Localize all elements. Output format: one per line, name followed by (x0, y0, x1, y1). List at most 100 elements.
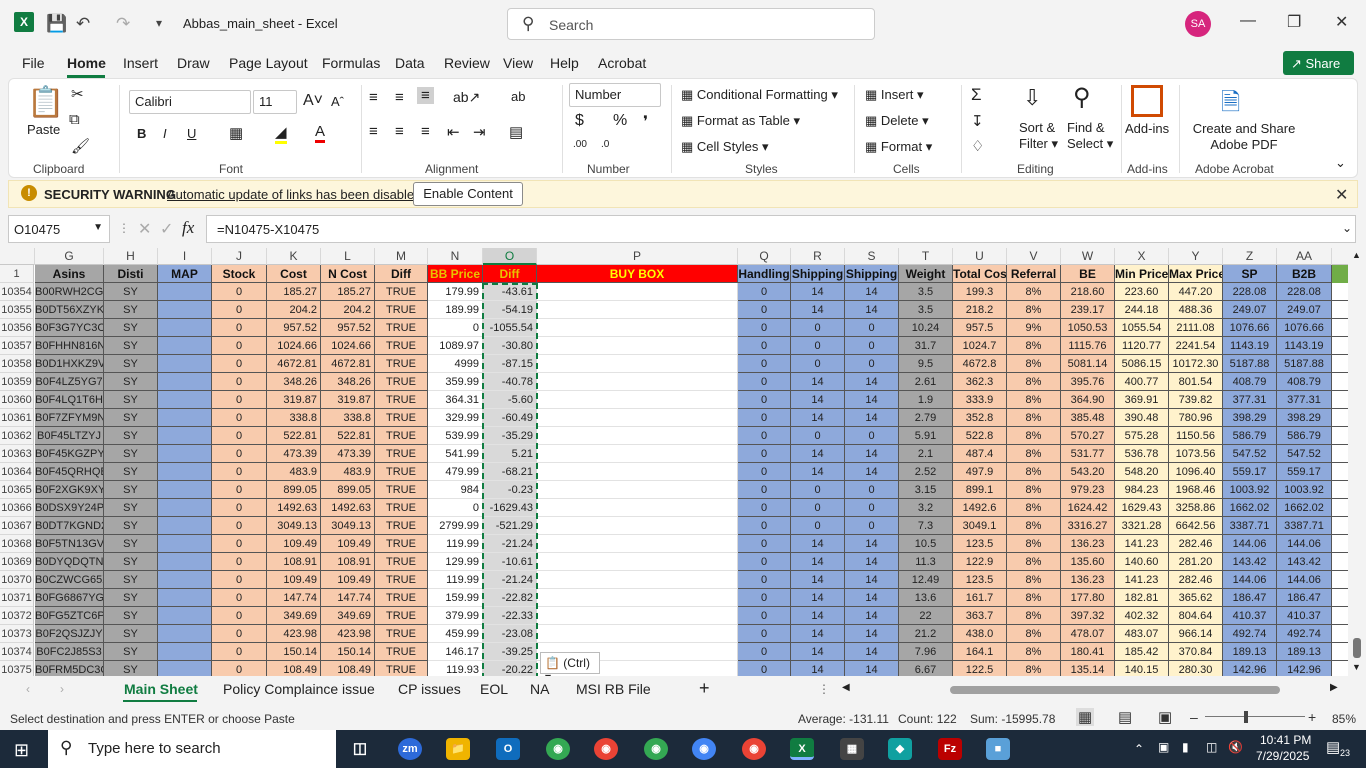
table-cell[interactable]: 108.49 (321, 661, 375, 676)
table-cell[interactable]: TRUE (375, 391, 428, 409)
row-header[interactable]: 10375 (0, 661, 34, 676)
table-cell[interactable]: 8% (1007, 463, 1061, 481)
table-cell[interactable]: 109.49 (321, 571, 375, 589)
table-cell[interactable]: 282.46 (1169, 571, 1223, 589)
table-cell[interactable]: 119.93 (428, 661, 483, 676)
search-input[interactable]: ⚲ Search (507, 8, 875, 40)
next-sheet-icon[interactable]: › (60, 682, 64, 696)
table-cell[interactable]: 14 (791, 409, 845, 427)
table-cell[interactable]: 122.5 (953, 661, 1007, 676)
table-cell[interactable]: SY (104, 319, 158, 337)
windows-start-icon[interactable]: ⊞ (14, 740, 29, 761)
table-cell[interactable]: TRUE (375, 643, 428, 661)
table-cell[interactable]: SY (104, 643, 158, 661)
table-cell[interactable] (537, 553, 738, 571)
column-header[interactable]: K (267, 248, 321, 265)
table-cell[interactable]: B0F3G7YC3C (35, 319, 104, 337)
font-name-select[interactable]: Calibri (129, 90, 251, 114)
table-cell[interactable]: 984 (428, 481, 483, 499)
align-center-icon[interactable]: ≡ (395, 123, 404, 140)
table-cell[interactable]: 0 (845, 337, 899, 355)
table-cell[interactable]: 8% (1007, 373, 1061, 391)
table-cell[interactable]: SY (104, 283, 158, 301)
table-cell[interactable]: 0 (791, 427, 845, 445)
table-cell[interactable]: 395.76 (1061, 373, 1115, 391)
table-cell[interactable]: 185.42 (1115, 643, 1169, 661)
table-cell[interactable] (537, 589, 738, 607)
table-cell[interactable] (158, 337, 212, 355)
table-cell[interactable]: 0 (738, 409, 791, 427)
table-cell[interactable]: 1115.76 (1061, 337, 1115, 355)
table-cell[interactable]: TRUE (375, 427, 428, 445)
table-cell[interactable]: 1050.53 (1061, 319, 1115, 337)
table-cell[interactable] (158, 625, 212, 643)
table-cell[interactable]: 8% (1007, 607, 1061, 625)
scroll-down-icon[interactable]: ▼ (1352, 662, 1361, 672)
table-cell[interactable]: SY (104, 337, 158, 355)
menu-review[interactable]: Review (444, 55, 490, 71)
zoom-slider[interactable] (1205, 716, 1305, 717)
table-cell[interactable]: 5.91 (899, 427, 953, 445)
clear-icon[interactable]: ♢ (971, 137, 984, 155)
table-cell[interactable]: 109.49 (321, 535, 375, 553)
table-cell[interactable]: 147.74 (321, 589, 375, 607)
row-header[interactable]: 10362 (0, 427, 34, 445)
ribbon-collapse-icon[interactable]: ⌄ (1335, 155, 1346, 171)
orientation-icon[interactable]: ab↗ (453, 89, 480, 106)
table-cell[interactable]: 0 (212, 661, 267, 676)
table-cell[interactable] (537, 481, 738, 499)
create-pdf-icon[interactable]: 🗎 (1221, 85, 1240, 126)
table-cell[interactable]: 14 (845, 643, 899, 661)
chrome-icon[interactable]: ◉ (546, 738, 570, 760)
column-header[interactable]: I (158, 248, 212, 265)
tab-main-sheet[interactable]: Main Sheet (124, 681, 198, 697)
table-cell[interactable]: 186.47 (1223, 589, 1277, 607)
table-cell[interactable]: 14 (791, 589, 845, 607)
table-cell[interactable]: SY (104, 355, 158, 373)
table-cell[interactable]: 142.96 (1277, 661, 1332, 676)
table-cell[interactable]: 143.42 (1277, 553, 1332, 571)
table-cell[interactable]: 0 (738, 391, 791, 409)
formula-input[interactable]: =N10475-X10475 (206, 215, 1356, 243)
find-icon[interactable]: ⚲ (1073, 83, 1091, 112)
table-cell[interactable]: 14 (845, 535, 899, 553)
decrease-decimal-icon[interactable]: .0 (601, 139, 609, 150)
table-cell[interactable]: B0CZWCG65X (35, 571, 104, 589)
table-cell[interactable]: 0 (738, 607, 791, 625)
table-cell[interactable]: SY (104, 589, 158, 607)
table-cell[interactable]: 14 (791, 535, 845, 553)
header-cell[interactable]: Max Price (1169, 265, 1223, 283)
outlook-icon[interactable]: O (496, 738, 520, 760)
table-cell[interactable]: 140.15 (1115, 661, 1169, 676)
table-cell[interactable]: 7.3 (899, 517, 953, 535)
table-cell[interactable]: 228.08 (1223, 283, 1277, 301)
header-cell[interactable]: Handling (738, 265, 791, 283)
table-cell[interactable]: SY (104, 463, 158, 481)
name-box[interactable]: O10475 ▼ (8, 215, 110, 243)
table-cell[interactable]: 370.84 (1169, 643, 1223, 661)
table-cell[interactable]: 14 (791, 301, 845, 319)
table-cell[interactable]: 497.9 (953, 463, 1007, 481)
table-cell[interactable]: TRUE (375, 625, 428, 643)
table-cell[interactable]: 3.5 (899, 283, 953, 301)
table-cell[interactable]: 13.6 (899, 589, 953, 607)
table-cell[interactable]: 0 (791, 319, 845, 337)
table-cell[interactable]: 282.46 (1169, 535, 1223, 553)
table-cell[interactable]: 8% (1007, 445, 1061, 463)
table-cell[interactable]: B0F45LTZYJ (35, 427, 104, 445)
table-cell[interactable] (158, 535, 212, 553)
table-cell[interactable]: B0FRM5DC3C (35, 661, 104, 676)
table-cell[interactable]: 14 (845, 391, 899, 409)
table-cell[interactable]: 979.23 (1061, 481, 1115, 499)
table-cell[interactable]: 2799.99 (428, 517, 483, 535)
page-layout-view-icon[interactable]: ▤ (1118, 708, 1132, 726)
table-cell[interactable]: 586.79 (1277, 427, 1332, 445)
table-cell[interactable] (537, 319, 738, 337)
cut-icon[interactable]: ✂ (71, 85, 84, 103)
table-cell[interactable]: B0F2QSJZJY (35, 625, 104, 643)
header-cell[interactable]: Diff (375, 265, 428, 283)
paste-icon[interactable]: 📋 (27, 85, 64, 120)
table-cell[interactable]: 0 (212, 463, 267, 481)
notification-icon[interactable]: ▤ (1326, 738, 1340, 756)
table-cell[interactable]: 531.77 (1061, 445, 1115, 463)
